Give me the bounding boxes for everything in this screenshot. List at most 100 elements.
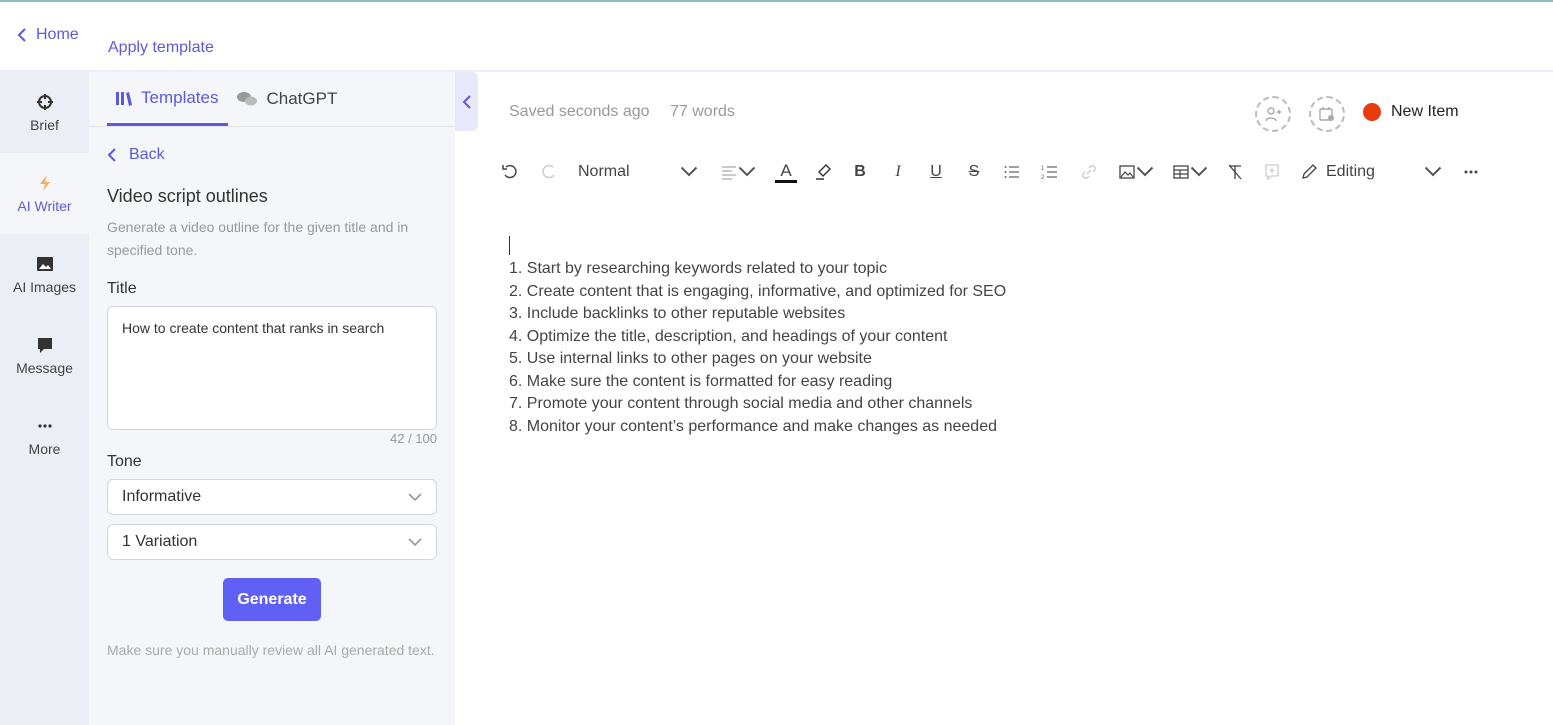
chevron-down-icon (1424, 166, 1442, 177)
rail-label: AI Images (12, 278, 77, 295)
doc-line: 3. Include backlinks to other reputable … (509, 305, 846, 322)
document-body[interactable]: 1. Start by researching keywords related… (509, 258, 1006, 438)
clear-format-button[interactable] (1224, 158, 1246, 186)
chat-bubbles-icon (237, 92, 258, 106)
chevron-left-icon (107, 148, 116, 162)
item-status[interactable]: New Item (1363, 103, 1459, 121)
paragraph-style-select[interactable]: Normal (578, 158, 698, 186)
message-icon (37, 337, 52, 353)
review-note: Make sure you manually review all AI gen… (107, 642, 435, 658)
chevron-down-icon (408, 538, 422, 547)
undo-icon (502, 164, 517, 179)
more-options-button[interactable] (1462, 158, 1480, 186)
char-count: 42 / 100 (390, 431, 437, 446)
apply-template-link[interactable]: Apply template (108, 39, 214, 57)
rail-item-more[interactable]: More (0, 396, 89, 477)
bold-icon: B (854, 163, 866, 180)
editor-toolbar: Normal A B I U S 12 Editing (500, 158, 1480, 186)
pencil-icon (1302, 164, 1317, 179)
paragraph-style-value: Normal (578, 163, 630, 180)
numbered-list-button[interactable]: 12 (1040, 158, 1060, 186)
text-color-icon: A (780, 160, 792, 180)
title-label: Title (107, 280, 137, 297)
numbered-list-icon: 12 (1041, 166, 1057, 181)
tab-label: Templates (141, 87, 219, 107)
doc-line: 2. Create content that is engaging, info… (509, 282, 1007, 300)
tab-chatgpt[interactable]: ChatGPT (228, 72, 347, 126)
more-horizontal-icon (1464, 170, 1478, 174)
chevron-down-icon (680, 166, 698, 177)
chevron-down-icon (1136, 166, 1154, 177)
link-button[interactable] (1078, 158, 1100, 186)
doc-line: 6. Make sure the content is formatted fo… (509, 372, 893, 390)
rail-item-message[interactable]: Message (0, 315, 89, 396)
tab-templates[interactable]: Templates (107, 72, 229, 126)
status-dot (1363, 103, 1381, 121)
home-link[interactable]: Home (16, 26, 79, 44)
table-button[interactable] (1170, 158, 1210, 186)
align-icon (722, 166, 736, 180)
bullet-list-button[interactable] (1002, 158, 1022, 186)
header: Home Apply template (0, 2, 1553, 72)
italic-button[interactable]: I (888, 158, 908, 186)
tab-label: ChatGPT (266, 89, 338, 108)
schedule-button[interactable] (1309, 96, 1345, 132)
highlighter-icon (816, 164, 831, 180)
collapse-panel-button[interactable] (455, 72, 478, 131)
undo-button[interactable] (500, 158, 520, 186)
color-swatch (775, 179, 797, 183)
more-icon (37, 423, 52, 428)
rail-item-ai-images[interactable]: AI Images (0, 234, 89, 315)
chevron-left-icon (17, 28, 26, 42)
home-label: Home (36, 26, 79, 43)
chevron-down-icon (408, 493, 422, 502)
editing-mode-select[interactable]: Editing (1300, 158, 1442, 186)
chevron-down-icon (1190, 166, 1208, 177)
rail-label: Message (16, 359, 73, 376)
left-rail: Brief AI Writer AI Images Message More (0, 72, 89, 725)
bold-button[interactable]: B (850, 158, 870, 186)
rail-item-brief[interactable]: Brief (0, 72, 89, 153)
underline-icon: U (930, 163, 942, 180)
image-icon (1119, 165, 1135, 179)
crosshair-icon (36, 93, 53, 110)
add-user-button[interactable] (1255, 96, 1291, 132)
editor-status: Saved seconds ago 77 words (509, 103, 751, 121)
bullet-list-icon (1004, 166, 1019, 178)
highlight-button[interactable] (812, 158, 834, 186)
panel-tabs: Templates ChatGPT (89, 72, 455, 127)
redo-icon (542, 164, 555, 179)
strikethrough-button[interactable]: S (964, 158, 984, 186)
doc-line: 5. Use internal links to other pages on … (509, 350, 872, 367)
template-description: Generate a video outline for the given t… (107, 219, 409, 258)
align-button[interactable] (718, 158, 758, 186)
tone-value: Informative (122, 488, 202, 505)
templates-panel: Templates ChatGPT Back Video script outl… (89, 72, 455, 725)
item-status-label: New Item (1391, 103, 1459, 120)
back-label: Back (129, 146, 165, 163)
svg-text:1: 1 (1041, 166, 1045, 172)
generate-button[interactable]: Generate (223, 578, 321, 621)
calendar-icon (1319, 107, 1334, 121)
underline-button[interactable]: U (926, 158, 946, 186)
comment-add-icon (1265, 164, 1279, 181)
doc-line: 7. Promote your content through social m… (509, 395, 973, 412)
editing-mode-value: Editing (1326, 163, 1375, 180)
chevron-left-icon (462, 94, 471, 109)
doc-line: 4. Optimize the title, description, and … (509, 327, 948, 345)
tone-select[interactable]: Informative (107, 479, 437, 515)
add-user-icon (1265, 107, 1281, 122)
redo-button[interactable] (540, 158, 558, 186)
variation-select[interactable]: 1 Variation (107, 524, 437, 560)
add-comment-button[interactable] (1262, 158, 1282, 186)
link-icon (1082, 165, 1096, 179)
books-icon (116, 91, 132, 106)
clear-format-icon (1228, 164, 1242, 180)
back-link[interactable]: Back (107, 146, 165, 164)
chevron-down-icon (738, 166, 756, 177)
italic-icon: I (895, 163, 901, 180)
text-color-button[interactable]: A (774, 158, 798, 186)
image-insert-button[interactable] (1116, 158, 1156, 186)
title-textarea[interactable]: How to create content that ranks in sear… (107, 306, 437, 430)
rail-item-ai-writer[interactable]: AI Writer (0, 153, 89, 234)
